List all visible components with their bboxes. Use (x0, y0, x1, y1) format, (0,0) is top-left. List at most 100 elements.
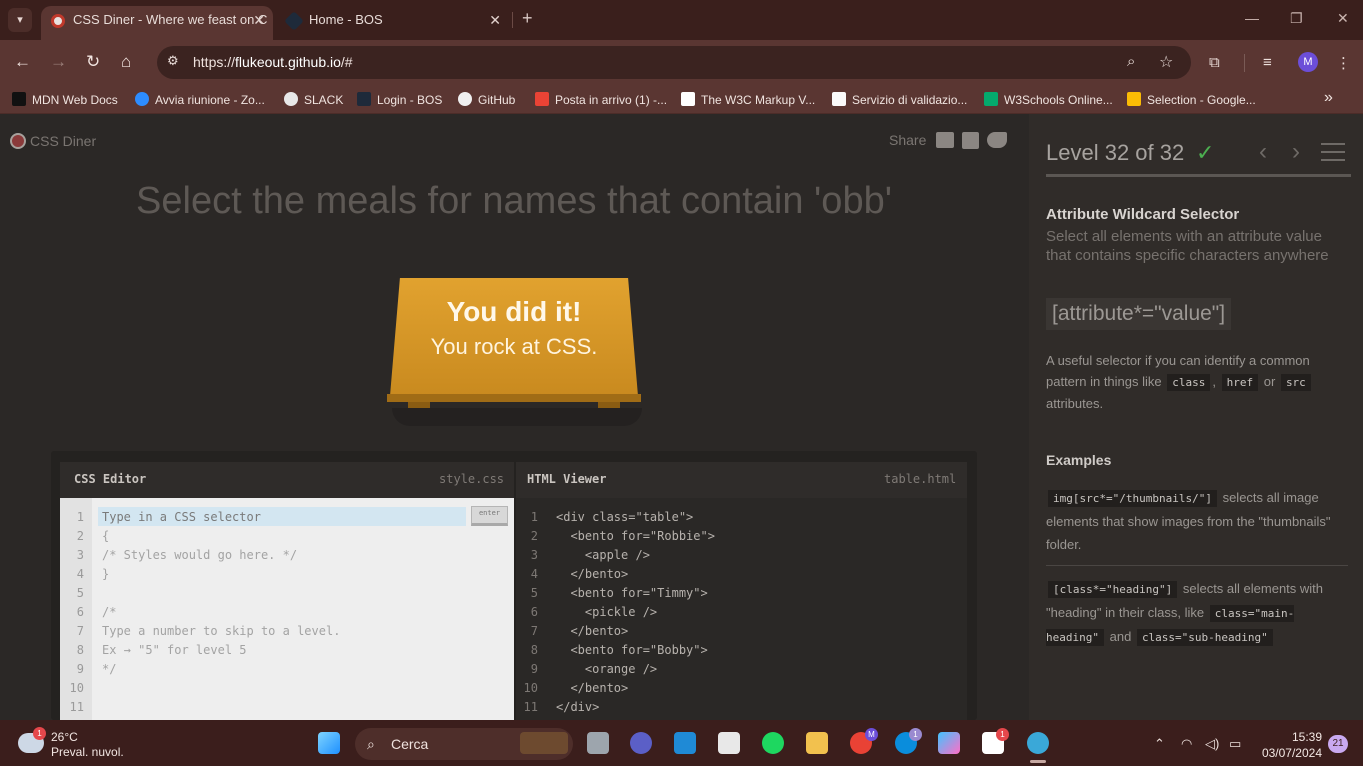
google-icon (1127, 92, 1141, 106)
address-bar[interactable]: ⚙ https://flukeout.github.io/# ⌕ ☆ (157, 46, 1191, 79)
html-line-number: 10 (523, 681, 538, 695)
table-edge (387, 394, 641, 402)
task-view-icon[interactable] (587, 732, 609, 754)
spotify-icon[interactable] (762, 732, 784, 754)
examples-heading: Examples (1046, 452, 1112, 468)
level-menu-icon[interactable] (1321, 143, 1345, 161)
mail-icon[interactable] (674, 732, 696, 754)
level-instruction: Select the meals for names that contain … (136, 180, 892, 222)
weather-widget[interactable]: 26°C Preval. nuvol. (51, 730, 124, 760)
html-code-line: </div> (556, 700, 600, 714)
profile-avatar[interactable]: M (1298, 52, 1318, 72)
reload-icon[interactable]: ↻ (86, 52, 100, 72)
window-close-icon[interactable]: ✕ (1337, 10, 1349, 27)
selector-syntax: [attribute*="value"] (1046, 298, 1232, 330)
level-indicator: Level 32 of 32 (1046, 140, 1185, 165)
tab-search-button[interactable]: ▾ (8, 8, 32, 32)
table-leg-right (598, 402, 620, 408)
system-clock[interactable]: 15:39 03/07/2024 (1252, 729, 1322, 761)
html-code-line: <bento for="Robbie"> (556, 529, 715, 543)
css-line-number: 1 (76, 510, 84, 524)
table-leg-left (408, 402, 430, 408)
zoom-icon[interactable]: ⌕ (1127, 53, 1135, 70)
back-arrow-icon[interactable]: ← (14, 52, 31, 72)
css-line-number: 11 (69, 700, 84, 714)
table-shadow (392, 408, 642, 426)
twitter-share-icon[interactable] (987, 132, 1007, 148)
media-controls-icon[interactable]: ≡ (1263, 54, 1272, 71)
html-code-line: <apple /> (556, 548, 650, 562)
bookmark-google[interactable]: Selection - Google... (1127, 92, 1256, 107)
css-line-number: 10 (69, 681, 84, 695)
windows-start-icon[interactable] (318, 732, 340, 754)
globe-icon (284, 92, 298, 106)
css-line-number: 8 (76, 643, 84, 657)
css-diner-logo[interactable]: CSS Diner (10, 133, 96, 149)
site-info-icon[interactable]: ⚙ (167, 53, 179, 69)
network-app-icon[interactable] (1027, 732, 1049, 754)
battery-icon[interactable]: ▭ (1229, 736, 1241, 752)
gmail-icon (535, 92, 549, 106)
html-line-number: 4 (530, 567, 538, 581)
bookmarks-more-chevron[interactable]: » (1324, 89, 1333, 107)
html-code-line: <orange /> (556, 662, 658, 676)
previous-level-chevron-icon[interactable]: ‹ (1259, 138, 1267, 166)
css-selector-input[interactable] (98, 507, 466, 526)
bookmark-w3c[interactable]: The W3C Markup V... (681, 92, 815, 107)
selector-hint: A useful selector if you can identify a … (1046, 353, 1311, 411)
css-line-number: 6 (76, 605, 84, 619)
html-line-number: 3 (530, 548, 538, 562)
next-level-chevron-icon[interactable]: › (1292, 138, 1300, 166)
file-explorer-icon[interactable] (806, 732, 828, 754)
w3c-icon (681, 92, 695, 106)
html-code-line: <bento for="Timmy"> (556, 586, 708, 600)
html-line-number: 6 (530, 605, 538, 619)
tab-close-icon[interactable]: ✕ (253, 6, 265, 34)
enter-button[interactable]: enter (471, 506, 508, 526)
bookmark-gmail[interactable]: Posta in arrivo (1) -... (535, 92, 667, 107)
tab-home-bos[interactable]: Home - BOS ✕ (277, 6, 509, 40)
bookmark-mdn[interactable]: MDN Web Docs (12, 92, 118, 107)
extensions-icon[interactable]: ⧉ (1209, 54, 1220, 71)
css-code-line: */ (102, 662, 117, 676)
browser-toolbar: ← → ↻ ⌂ ⚙ https://flukeout.github.io/# ⌕… (0, 40, 1363, 86)
bos-favicon-icon (284, 11, 304, 31)
bookmark-star-icon[interactable]: ☆ (1159, 52, 1173, 72)
css-line-number: 2 (76, 529, 84, 543)
store-icon[interactable] (718, 732, 740, 754)
new-tab-plus-icon[interactable]: + (522, 8, 533, 29)
home-icon[interactable]: ⌂ (121, 52, 131, 72)
html-line-number: 8 (530, 643, 538, 657)
search-icon: ⌕ (367, 736, 375, 752)
volume-icon[interactable]: ◁) (1205, 736, 1219, 752)
html-line-number: 11 (523, 700, 538, 714)
html-viewer-title: HTML Viewer (527, 472, 607, 486)
copilot-icon[interactable] (938, 732, 960, 754)
examples-divider (1046, 565, 1348, 566)
teams-icon[interactable] (630, 732, 652, 754)
html-viewer-filename: table.html (884, 472, 957, 486)
browser-menu-icon[interactable]: ⋮ (1336, 54, 1351, 72)
level-progress-bar (1046, 174, 1351, 177)
slack-badge: 1 (996, 728, 1009, 741)
minimize-icon[interactable]: — (1245, 10, 1259, 26)
email-share-icon[interactable] (936, 132, 954, 148)
tab-css-diner[interactable]: CSS Diner - Where we feast on C ✕ (41, 6, 273, 40)
url-text: https://flukeout.github.io/# (193, 54, 353, 70)
css-line-number: 7 (76, 624, 84, 638)
notification-count-badge[interactable]: 21 (1328, 735, 1348, 753)
bos-icon (357, 92, 371, 106)
tab-divider (512, 12, 513, 28)
bookmark-w3schools[interactable]: W3Schools Online... (984, 92, 1113, 107)
forward-arrow-icon[interactable]: → (50, 52, 67, 72)
wifi-icon[interactable]: ◠ (1181, 736, 1192, 752)
bookmark-validator[interactable]: Servizio di validazio... (832, 92, 967, 107)
facebook-share-icon[interactable] (962, 132, 979, 149)
tab-close-icon[interactable]: ✕ (489, 6, 501, 34)
bookmark-login-bos[interactable]: Login - BOS (357, 92, 442, 107)
maximize-icon[interactable]: ❐ (1290, 10, 1303, 27)
bookmark-zoom[interactable]: Avvia riunione - Zo... (135, 92, 265, 107)
bookmark-github[interactable]: GitHub (458, 92, 515, 107)
bookmark-slack[interactable]: SLACK (284, 92, 343, 107)
show-hidden-icons-chevron[interactable]: ⌃ (1154, 736, 1165, 752)
